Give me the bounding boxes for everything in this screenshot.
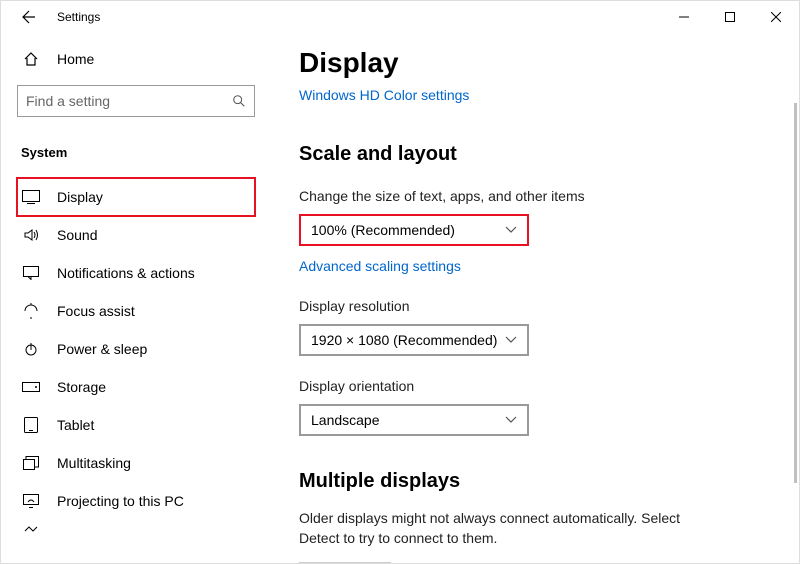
orientation-label: Display orientation (299, 378, 771, 394)
storage-icon (21, 382, 41, 392)
projecting-icon (21, 494, 41, 508)
scale-value: 100% (Recommended) (311, 222, 455, 238)
sidebar-item-label: Notifications & actions (57, 265, 195, 281)
power-icon (21, 341, 41, 357)
chevron-down-icon (505, 416, 517, 424)
orientation-value: Landscape (311, 412, 380, 428)
maximize-icon (725, 12, 735, 22)
window-title: Settings (57, 10, 100, 24)
maximize-button[interactable] (707, 1, 753, 33)
sidebar-item-projecting[interactable]: Projecting to this PC (17, 482, 255, 520)
home-label: Home (57, 51, 94, 67)
search-icon (232, 94, 246, 108)
sidebar-item-tablet[interactable]: Tablet (17, 406, 255, 444)
sidebar-item-label: Focus assist (57, 303, 135, 319)
category-label: System (17, 145, 255, 160)
chevron-down-icon (505, 226, 517, 234)
multiple-displays-heading: Multiple displays (299, 470, 771, 493)
sidebar-item-label: Storage (57, 379, 106, 395)
sidebar-item-label: Power & sleep (57, 341, 147, 357)
scale-label: Change the size of text, apps, and other… (299, 188, 771, 204)
sidebar-item-power-sleep[interactable]: Power & sleep (17, 330, 255, 368)
resolution-label: Display resolution (299, 298, 771, 314)
hd-color-link[interactable]: Windows HD Color settings (299, 87, 469, 103)
scrollbar[interactable] (794, 103, 797, 483)
generic-icon (21, 523, 41, 539)
sidebar-item-sound[interactable]: Sound (17, 216, 255, 254)
tablet-icon (21, 417, 41, 433)
minimize-button[interactable] (661, 1, 707, 33)
resolution-dropdown[interactable]: 1920 × 1080 (Recommended) (299, 324, 529, 356)
sidebar-item-display[interactable]: Display (17, 178, 255, 216)
sound-icon (21, 227, 41, 243)
search-input[interactable] (26, 93, 232, 109)
chevron-down-icon (505, 336, 517, 344)
detect-button[interactable]: Detect (299, 562, 391, 563)
scale-dropdown[interactable]: 100% (Recommended) (299, 214, 529, 246)
scale-layout-heading: Scale and layout (299, 143, 771, 166)
sidebar-item-label: Display (57, 189, 103, 205)
sidebar-item-label: Sound (57, 227, 97, 243)
sidebar-item-storage[interactable]: Storage (17, 368, 255, 406)
multitasking-icon (21, 456, 41, 470)
search-input-container[interactable] (17, 85, 255, 117)
back-button[interactable] (17, 5, 41, 29)
sidebar-item-focus-assist[interactable]: Focus assist (17, 292, 255, 330)
sidebar-item-label: Multitasking (57, 455, 131, 471)
advanced-scaling-link[interactable]: Advanced scaling settings (299, 258, 461, 274)
sidebar-item-notifications[interactable]: Notifications & actions (17, 254, 255, 292)
notifications-icon (21, 266, 41, 280)
minimize-icon (679, 12, 689, 22)
sidebar-item-label: Tablet (57, 417, 94, 433)
close-icon (771, 12, 781, 22)
focus-assist-icon (21, 303, 41, 319)
page-title: Display (299, 47, 771, 79)
display-icon (21, 190, 41, 204)
sidebar-item-label: Projecting to this PC (57, 493, 184, 509)
sidebar-item-multitasking[interactable]: Multitasking (17, 444, 255, 482)
home-icon (21, 51, 41, 67)
sidebar-item-partial[interactable] (17, 520, 255, 542)
resolution-value: 1920 × 1080 (Recommended) (311, 332, 497, 348)
arrow-left-icon (21, 9, 37, 25)
multiple-displays-text: Older displays might not always connect … (299, 509, 719, 548)
home-nav[interactable]: Home (17, 41, 255, 77)
orientation-dropdown[interactable]: Landscape (299, 404, 529, 436)
close-button[interactable] (753, 1, 799, 33)
